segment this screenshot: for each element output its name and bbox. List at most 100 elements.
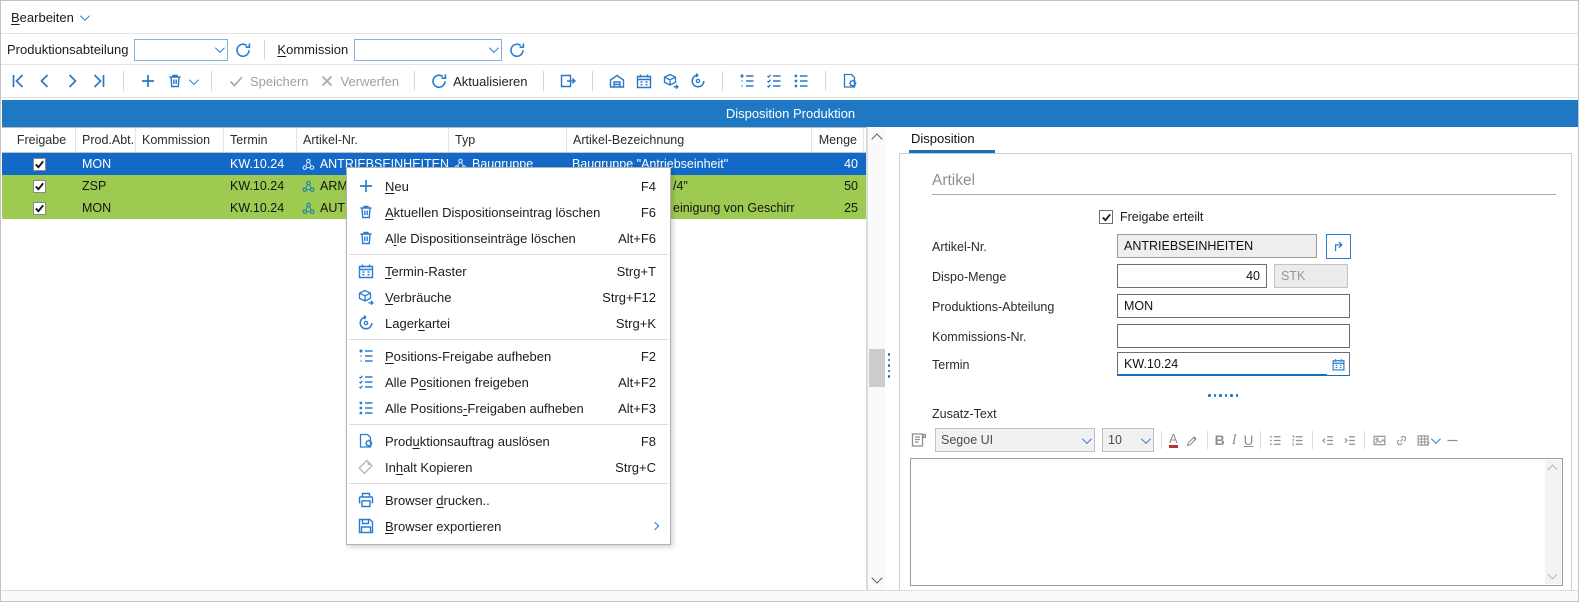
dispo-menge-field[interactable]	[1117, 264, 1267, 288]
warehouse-button[interactable]	[608, 72, 626, 90]
column-header-kommission[interactable]: Kommission	[136, 128, 224, 152]
horizontal-splitter-handle[interactable]	[1208, 394, 1238, 397]
insert-table-button[interactable]	[1416, 433, 1438, 448]
new-record-button[interactable]	[139, 72, 157, 90]
kommission-refresh-button[interactable]	[508, 41, 526, 59]
underline-button[interactable]: U	[1244, 433, 1254, 448]
cell-termin: KW.10.24	[224, 201, 297, 215]
zusatz-text-label: Zusatz-Text	[932, 407, 997, 421]
menu-item-neu[interactable]: Neu F4	[347, 173, 670, 199]
menu-item-browser-drucken[interactable]: Browser drucken..	[347, 487, 670, 513]
menu-separator	[349, 424, 668, 425]
cell-prodabt: MON	[76, 201, 136, 215]
list-x-icon	[347, 347, 385, 365]
column-header-bezeichnung[interactable]: Artikel-Bezeichnung	[567, 128, 812, 152]
freigabe-checkbox[interactable]	[33, 158, 46, 171]
menu-item-verbraeuche[interactable]: Verbräuche Strg+F12	[347, 284, 670, 310]
freigabe-checkbox[interactable]	[33, 202, 46, 215]
menu-separator	[349, 339, 668, 340]
indent-button[interactable]	[1342, 433, 1357, 448]
chevron-down-icon	[1431, 434, 1441, 444]
dispo-menge-label: Dispo-Menge	[932, 270, 1006, 284]
save-button[interactable]: Speichern	[227, 72, 309, 90]
delete-button[interactable]	[166, 72, 196, 90]
menu-item-inhalt-kopieren[interactable]: Inhalt Kopieren Strg+C	[347, 454, 670, 480]
menu-item-alle-loeschen[interactable]: Alle Dispositionseinträge löschen Alt+F6	[347, 225, 670, 251]
scroll-down-icon[interactable]	[1548, 570, 1558, 580]
artikel-nr-field[interactable]	[1117, 234, 1317, 258]
discard-button[interactable]: Verwerfen	[318, 72, 400, 90]
verbraeuche-button[interactable]	[662, 72, 680, 90]
termin-raster-button[interactable]	[635, 72, 653, 90]
menu-item-browser-exportieren[interactable]: Browser exportieren	[347, 513, 670, 539]
outdent-button[interactable]	[1320, 433, 1335, 448]
transfer-window-button[interactable]	[559, 72, 577, 90]
panel-title: Disposition Produktion	[726, 106, 855, 121]
vertical-splitter-handle[interactable]	[887, 353, 891, 379]
cell-menge: 25	[812, 201, 864, 215]
menu-item-produktionsauftrag[interactable]: Produktionsauftrag auslösen F8	[347, 428, 670, 454]
grid-scrollbar[interactable]	[867, 127, 885, 590]
bullet-list-button[interactable]	[1268, 433, 1283, 448]
menu-item-eintrag-loeschen[interactable]: Aktuellen Dispositionseintrag löschen F6	[347, 199, 670, 225]
horizontal-rule-button[interactable]	[1445, 433, 1460, 448]
font-size-select[interactable]: 10	[1102, 428, 1154, 452]
menu-separator	[349, 483, 668, 484]
goto-artikel-button[interactable]	[1326, 234, 1351, 259]
column-header-prodabt[interactable]: Prod.Abt.	[76, 128, 136, 152]
kommissions-nr-field[interactable]	[1117, 324, 1350, 348]
kommission-combobox[interactable]	[354, 39, 502, 61]
textblock-icon[interactable]	[910, 431, 928, 449]
alle-positionen-freigeben-button[interactable]	[765, 72, 783, 90]
column-header-termin[interactable]: Termin	[224, 128, 297, 152]
tab-disposition[interactable]: Disposition	[911, 131, 975, 146]
produktionsauftrag-button[interactable]	[841, 72, 859, 90]
scroll-down-icon[interactable]	[871, 572, 882, 583]
termin-calendar-button[interactable]	[1327, 353, 1349, 375]
menu-item-alle-freigeben[interactable]: Alle Positionen freigeben Alt+F2	[347, 369, 670, 395]
produktionsabteilung-combobox[interactable]	[134, 39, 228, 61]
produktions-abteilung-field[interactable]	[1117, 294, 1350, 318]
freigabe-erteilt-checkbox[interactable]	[1099, 210, 1113, 224]
refresh-button[interactable]: Aktualisieren	[430, 72, 527, 90]
freigabe-checkbox[interactable]	[33, 180, 46, 193]
termin-field[interactable]	[1117, 352, 1350, 376]
editor-scrollbar[interactable]	[1545, 460, 1561, 584]
insert-image-button[interactable]	[1372, 433, 1387, 448]
disposition-detail-panel: Artikel Freigabe erteilt Artikel-Nr. Dis…	[899, 153, 1572, 592]
column-header-freigabe[interactable]: Freigabe	[2, 128, 76, 152]
zusatz-text-editor[interactable]	[910, 458, 1563, 586]
position-freigabe-aufheben-button[interactable]	[738, 72, 756, 90]
numbered-list-button[interactable]	[1290, 433, 1305, 448]
menu-item-freigabe-aufheben[interactable]: Positions-Freigabe aufheben F2	[347, 343, 670, 369]
highlight-pencil-button[interactable]	[1185, 433, 1200, 448]
scroll-up-icon[interactable]	[1548, 465, 1558, 475]
alle-freigaben-aufheben-button[interactable]	[792, 72, 810, 90]
insert-link-button[interactable]	[1394, 433, 1409, 448]
submenu-arrow-icon	[651, 522, 659, 530]
menu-item-alle-freigaben-aufheben[interactable]: Alle Positions-Freigaben aufheben Alt+F3	[347, 395, 670, 421]
font-family-select[interactable]: Segoe UI	[935, 428, 1095, 452]
nav-first-button[interactable]	[9, 72, 27, 90]
termin-label: Termin	[932, 358, 970, 372]
nav-prev-button[interactable]	[36, 72, 54, 90]
column-header-typ[interactable]: Typ	[449, 128, 567, 152]
edit-menu[interactable]: Bearbeiten	[11, 10, 74, 25]
menu-item-termin-raster[interactable]: Termin-Raster Strg+T	[347, 258, 670, 284]
baugruppe-icon	[301, 179, 316, 194]
scrollbar-thumb[interactable]	[869, 349, 885, 387]
kommission-label: Kommission	[277, 42, 348, 57]
column-header-menge[interactable]: Menge	[812, 128, 864, 152]
menu-item-lagerkartei[interactable]: Lagerkartei Strg+K	[347, 310, 670, 336]
bold-button[interactable]: B	[1215, 432, 1225, 448]
save-icon	[347, 517, 385, 535]
nav-next-button[interactable]	[63, 72, 81, 90]
separator	[211, 71, 212, 91]
produktionsabteilung-refresh-button[interactable]	[234, 41, 252, 59]
font-color-button[interactable]: A	[1169, 433, 1178, 448]
scroll-up-icon[interactable]	[871, 133, 882, 144]
italic-button[interactable]: I	[1232, 432, 1237, 449]
column-header-artikelnr[interactable]: Artikel-Nr.	[297, 128, 449, 152]
nav-last-button[interactable]	[90, 72, 108, 90]
lagerkartei-button[interactable]	[689, 72, 707, 90]
